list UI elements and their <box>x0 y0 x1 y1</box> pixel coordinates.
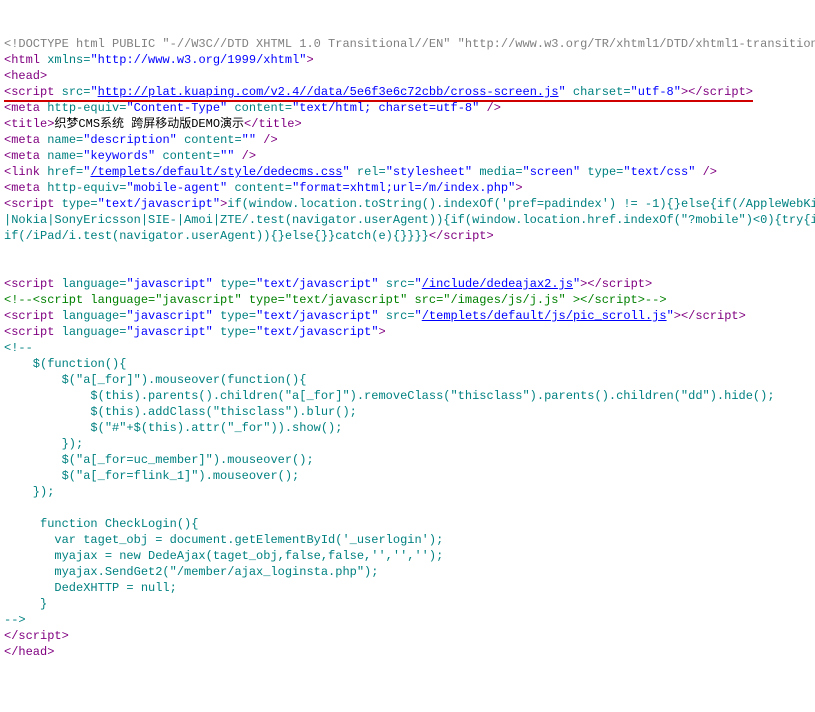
css-href-link[interactable]: /templets/default/style/dedecms.css <box>90 165 342 179</box>
title-tag: <title> <box>4 117 54 131</box>
script-inline: <script <box>4 197 54 211</box>
code-line: $("a[_for=flink_1]").mouseover(); <box>4 469 299 483</box>
meta-description: <meta <box>4 133 40 147</box>
inline-js-3: if(/iPad/i.test(navigator.userAgent)){}e… <box>4 229 429 243</box>
html-open: <html <box>4 53 40 67</box>
code-line: DedeXHTTP = null; <box>4 581 177 595</box>
xmlns-value: http://www.w3.org/1999/xhtml <box>98 53 300 67</box>
code-viewer: <!DOCTYPE html PUBLIC "-//W3C//DTD XHTML… <box>4 36 811 660</box>
inline-js-1: if(window.location.toString().indexOf('p… <box>227 197 815 211</box>
script-ext-1: <script <box>4 277 54 291</box>
code-line: $(this).addClass("thisclass").blur(); <box>4 405 357 419</box>
charset-attr: utf-8 <box>638 85 674 99</box>
code-line: $("a[_for]").mouseover(function(){ <box>4 373 306 387</box>
head-open: <head> <box>4 69 47 83</box>
code-line: $(this).parents().children("a[_for]").re… <box>4 389 775 403</box>
script-ext-2: <script <box>4 309 54 323</box>
code-line: $("#"+$(this).attr("_for")).show(); <box>4 421 342 435</box>
commented-script: <!--<script language="javascript" type="… <box>4 293 667 307</box>
script-ext-1-link[interactable]: /include/dedeajax2.js <box>422 277 573 291</box>
comment-open: <!-- <box>4 341 33 355</box>
code-line: }); <box>4 437 83 451</box>
injected-script-line: <script src="http://plat.kuaping.com/v2.… <box>4 85 753 102</box>
code-line: } <box>4 597 47 611</box>
code-line: myajax.SendGet2("/member/ajax_loginsta.p… <box>4 565 378 579</box>
head-close: </head> <box>4 645 54 659</box>
link-css: <link <box>4 165 40 179</box>
meta-mobile-agent: <meta <box>4 181 40 195</box>
code-line: }); <box>4 485 54 499</box>
code-line: function CheckLogin(){ <box>4 517 198 531</box>
script-close: </script> <box>4 629 69 643</box>
code-line: $(function(){ <box>4 357 126 371</box>
code-line: $("a[_for=uc_member]").mouseover(); <box>4 453 314 467</box>
meta-content-type: <meta <box>4 101 40 115</box>
meta-keywords: <meta <box>4 149 40 163</box>
script-block-open: <script <box>4 325 54 339</box>
doctype-line: <!DOCTYPE html PUBLIC "-//W3C//DTD XHTML… <box>4 37 815 51</box>
script-src-link[interactable]: http://plat.kuaping.com/v2.4//data/5e6f3… <box>98 85 559 99</box>
code-line: var taget_obj = document.getElementById(… <box>4 533 443 547</box>
title-text: 织梦CMS系统 跨屏移动版DEMO演示 <box>54 117 244 131</box>
script-ext-2-link[interactable]: /templets/default/js/pic_scroll.js <box>422 309 667 323</box>
code-line: --> <box>4 613 26 627</box>
code-line: myajax = new DedeAjax(taget_obj,false,fa… <box>4 549 443 563</box>
inline-js-2: |Nokia|SonyEricsson|SIE-|Amoi|ZTE/.test(… <box>4 213 815 227</box>
